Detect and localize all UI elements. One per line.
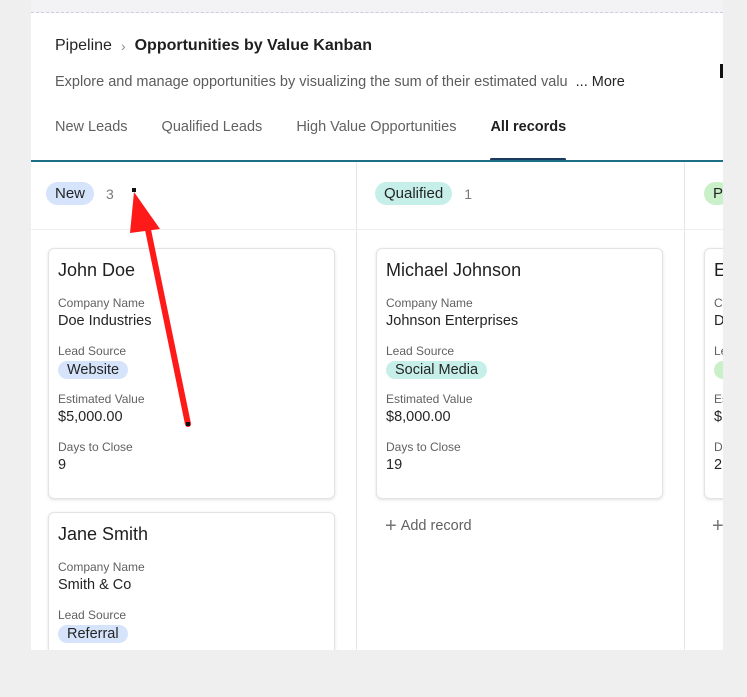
days-to-close-value: 19 bbox=[386, 457, 403, 473]
page: Pipeline › Opportunities by Value Kanban… bbox=[31, 0, 723, 650]
days-to-close-label: Days to Close bbox=[386, 440, 461, 454]
plus-icon: + bbox=[712, 515, 723, 537]
column-header-qualified: Qualified 1 bbox=[375, 182, 472, 205]
view-tabs: New Leads Qualified Leads High Value Opp… bbox=[55, 108, 600, 161]
lead-source-tag: Social Media bbox=[386, 361, 488, 379]
partial-label: Es bbox=[714, 392, 723, 406]
column-label-third: Pr bbox=[704, 182, 723, 205]
estimated-value-label: Estimated Value bbox=[58, 392, 145, 406]
company-name-label: Company Name bbox=[386, 296, 473, 310]
record-card-partial[interactable]: E C D Le Es $ D 2 bbox=[704, 248, 723, 499]
column-label-new: New bbox=[46, 182, 95, 205]
column-header-third: Pr bbox=[704, 182, 723, 205]
estimated-value: $5,000.00 bbox=[58, 409, 123, 425]
page-title: Opportunities by Value Kanban bbox=[134, 37, 372, 54]
lead-source-label: Lead Source bbox=[58, 608, 127, 622]
lead-source-tag: Website bbox=[58, 361, 129, 379]
company-name-label: Company Name bbox=[58, 560, 145, 574]
lead-source-tag: Referral bbox=[58, 625, 128, 643]
chevron-right-icon: › bbox=[120, 38, 126, 54]
plus-icon: + bbox=[385, 515, 397, 537]
more-link[interactable]: ... More bbox=[576, 74, 625, 90]
page-description: Explore and manage opportunities by visu… bbox=[55, 74, 625, 90]
partial-label: C bbox=[714, 296, 723, 310]
lead-source-label: Lead Source bbox=[58, 344, 127, 358]
add-record-button[interactable]: + Add record bbox=[385, 516, 472, 536]
truncated-icon bbox=[720, 64, 723, 78]
days-to-close-label: Days to Close bbox=[58, 440, 133, 454]
partial-tag bbox=[714, 361, 723, 379]
card-title[interactable]: Jane Smith bbox=[58, 524, 325, 545]
company-name-value: Johnson Enterprises bbox=[386, 313, 519, 329]
partial-label: Le bbox=[714, 344, 723, 358]
company-name-value: Doe Industries bbox=[58, 313, 152, 329]
top-strip bbox=[31, 0, 723, 13]
column-header-divider bbox=[684, 229, 723, 230]
add-record-button-partial[interactable]: + bbox=[712, 516, 723, 536]
partial-value: D bbox=[714, 313, 723, 329]
column-header-divider bbox=[31, 229, 356, 230]
tab-qualified-leads[interactable]: Qualified Leads bbox=[162, 108, 263, 150]
column-label-qualified: Qualified bbox=[375, 182, 453, 205]
column-header-new: New 3 bbox=[46, 182, 114, 205]
tab-all-records[interactable]: All records bbox=[490, 108, 566, 161]
partial-value: 2 bbox=[714, 457, 723, 473]
company-name-label: Company Name bbox=[58, 296, 145, 310]
record-card-jane-smith[interactable]: Jane Smith Company Name Smith & Co Lead … bbox=[48, 512, 335, 650]
company-name-value: Smith & Co bbox=[58, 577, 132, 593]
partial-label: D bbox=[714, 440, 723, 454]
partial-value: $ bbox=[714, 409, 723, 425]
kanban-board: New 3 John Doe Company Name Doe Industri… bbox=[31, 162, 723, 650]
card-title[interactable]: John Doe bbox=[58, 260, 325, 281]
tab-high-value-opportunities[interactable]: High Value Opportunities bbox=[296, 108, 456, 150]
column-qualified: Qualified 1 Michael Johnson Company Name… bbox=[356, 162, 685, 650]
column-header-divider bbox=[356, 229, 684, 230]
card-title[interactable]: E bbox=[714, 260, 723, 281]
add-record-label: Add record bbox=[400, 518, 472, 534]
column-count-new: 3 bbox=[106, 185, 114, 202]
record-card-michael-johnson[interactable]: Michael Johnson Company Name Johnson Ent… bbox=[376, 248, 663, 499]
card-title[interactable]: Michael Johnson bbox=[386, 260, 653, 281]
estimated-value-label: Estimated Value bbox=[386, 392, 473, 406]
column-third: Pr E C D Le Es $ D 2 + bbox=[684, 162, 723, 650]
breadcrumb: Pipeline › Opportunities by Value Kanban bbox=[55, 37, 372, 55]
tab-new-leads[interactable]: New Leads bbox=[55, 108, 128, 150]
column-count-qualified: 1 bbox=[464, 185, 472, 202]
lead-source-label: Lead Source bbox=[386, 344, 455, 358]
record-card-john-doe[interactable]: John Doe Company Name Doe Industries Lea… bbox=[48, 248, 335, 499]
breadcrumb-root-link[interactable]: Pipeline bbox=[55, 37, 112, 55]
column-new: New 3 John Doe Company Name Doe Industri… bbox=[31, 162, 357, 650]
description-text: Explore and manage opportunities by visu… bbox=[55, 74, 568, 90]
estimated-value: $8,000.00 bbox=[386, 409, 451, 425]
days-to-close-value: 9 bbox=[58, 457, 67, 473]
